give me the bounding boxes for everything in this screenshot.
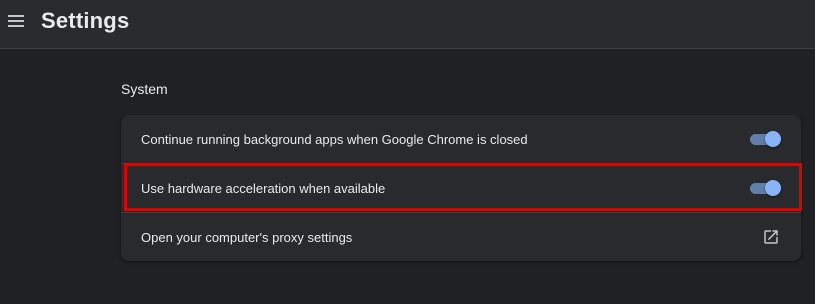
page-title: Settings [41,8,130,33]
hamburger-menu-icon[interactable] [3,8,29,34]
system-settings-card: Continue running background apps when Go… [121,115,801,261]
setting-label: Use hardware acceleration when available [141,180,386,196]
settings-toolbar: Settings [0,0,815,49]
setting-row-hardware-acceleration[interactable]: Use hardware acceleration when available [121,164,801,212]
setting-row-proxy-settings[interactable]: Open your computer's proxy settings [121,213,801,261]
setting-label: Open your computer's proxy settings [141,229,353,245]
setting-row-background-apps[interactable]: Continue running background apps when Go… [121,115,801,163]
section-title-system: System [121,81,168,97]
background-apps-toggle[interactable] [750,131,781,147]
external-link-icon[interactable] [762,228,780,246]
setting-label: Continue running background apps when Go… [141,131,528,147]
hardware-acceleration-toggle[interactable] [750,180,781,196]
